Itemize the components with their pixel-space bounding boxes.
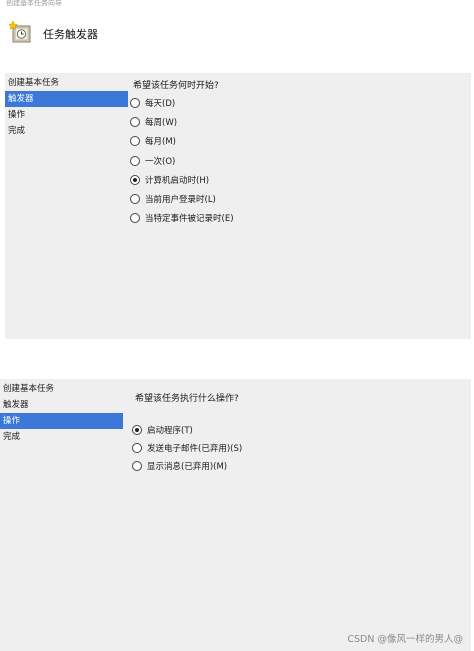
radio-button-selected[interactable] [130, 174, 140, 185]
sidebar-item-create-basic-task[interactable]: 创建基本任务 [0, 381, 123, 397]
sidebar-item-trigger[interactable]: 触发器 [5, 91, 128, 107]
sidebar-item-create-basic-task[interactable]: 创建基本任务 [5, 75, 128, 91]
option-start-program[interactable]: 启动程序(T) [132, 421, 242, 439]
radio-button[interactable] [130, 136, 140, 147]
wizard-sidebar: 创建基本任务 触发器 操作 完成 [5, 75, 128, 139]
window-title-cut: 创建基本任务向导 [6, 0, 62, 7]
sidebar-item-finish[interactable]: 完成 [5, 123, 128, 139]
action-question: 希望该任务执行什么操作? [135, 394, 239, 404]
watermark: CSDN @像风一样的男人@ [347, 634, 463, 645]
trigger-page-panel: 创建基本任务 触发器 操作 完成 希望该任务何时开始? 每天(D) 每周(W) … [5, 73, 471, 339]
trigger-options: 每天(D) 每周(W) 每月(M) 一次(O) 计算机启动时(H) 当前用户登录… [130, 93, 234, 228]
option-weekly[interactable]: 每周(W) [130, 112, 234, 131]
option-user-logon[interactable]: 当前用户登录时(L) [130, 189, 234, 208]
sidebar-item-action[interactable]: 操作 [5, 107, 128, 123]
sidebar-item-trigger[interactable]: 触发器 [0, 397, 123, 413]
radio-button[interactable] [130, 116, 140, 127]
option-computer-startup[interactable]: 计算机启动时(H) [130, 170, 234, 189]
option-send-email[interactable]: 发送电子邮件(已弃用)(S) [132, 439, 242, 457]
option-monthly[interactable]: 每月(M) [130, 132, 234, 151]
page-title: 任务触发器 [43, 28, 98, 41]
option-event-logged[interactable]: 当特定事件被记录时(E) [130, 209, 234, 228]
radio-button[interactable] [130, 194, 140, 205]
trigger-question: 希望该任务何时开始? [133, 81, 219, 91]
radio-button[interactable] [132, 461, 142, 471]
sidebar-item-action[interactable]: 操作 [0, 413, 123, 429]
option-display-message[interactable]: 显示消息(已弃用)(M) [132, 457, 242, 475]
action-page-panel: 创建基本任务 触发器 操作 完成 希望该任务执行什么操作? 启动程序(T) 发送… [0, 379, 471, 651]
radio-button[interactable] [130, 97, 140, 108]
option-daily[interactable]: 每天(D) [130, 93, 234, 112]
radio-button[interactable] [130, 155, 140, 166]
radio-button[interactable] [130, 213, 140, 224]
radio-button-selected[interactable] [132, 425, 142, 435]
radio-button[interactable] [132, 443, 142, 453]
wizard-sidebar: 创建基本任务 触发器 操作 完成 [0, 381, 123, 445]
sidebar-item-finish[interactable]: 完成 [0, 429, 123, 445]
action-options: 启动程序(T) 发送电子邮件(已弃用)(S) 显示消息(已弃用)(M) [132, 421, 242, 475]
task-wizard-icon [9, 20, 31, 43]
option-once[interactable]: 一次(O) [130, 151, 234, 170]
